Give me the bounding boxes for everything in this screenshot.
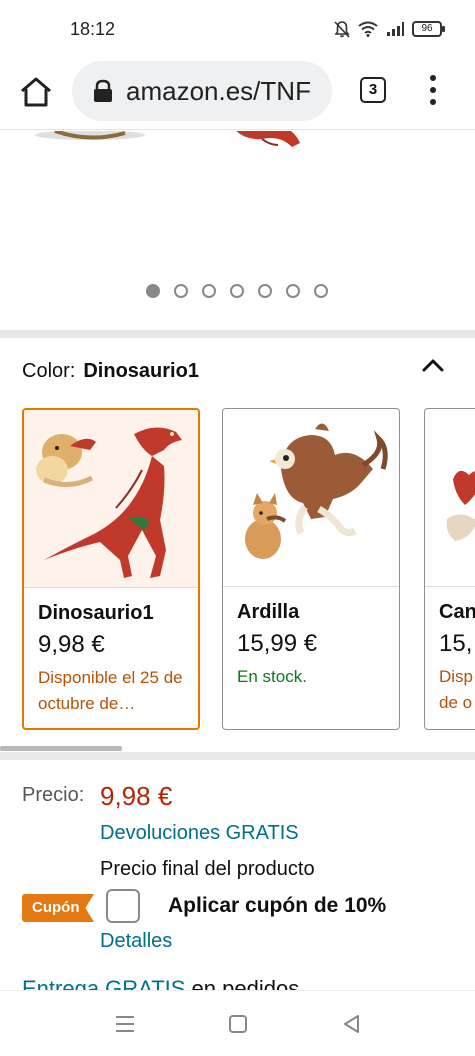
color-selector-header: Color: Dinosaurio1 [22, 360, 199, 383]
chevron-up-icon[interactable] [420, 355, 446, 375]
tabs-button[interactable]: 3 [360, 77, 386, 103]
horizontal-scrollbar[interactable] [0, 746, 122, 751]
color-selected-value: Dinosaurio1 [83, 360, 199, 382]
status-time: 18:12 [70, 19, 116, 39]
back-icon[interactable] [340, 1013, 364, 1035]
variant-availability: Disp de o [439, 667, 474, 712]
coupon-checkbox[interactable] [106, 889, 140, 923]
section-divider [0, 330, 475, 338]
product-image-carousel[interactable] [0, 131, 475, 329]
coupon-text[interactable]: Aplicar cupón de 10% [168, 894, 386, 918]
variant-price: 9,98 € [38, 631, 105, 658]
variant-card-can[interactable]: Can 15, Disp de o [424, 408, 475, 730]
carousel-dot[interactable] [314, 284, 328, 298]
address-bar[interactable]: amazon.es/TNF [72, 61, 332, 121]
signal-icon [387, 22, 404, 36]
price-label: Precio: [22, 784, 85, 806]
wifi-icon [358, 21, 378, 37]
carousel-dot[interactable] [202, 284, 216, 298]
carousel-dot[interactable] [230, 284, 244, 298]
product-image [35, 131, 300, 147]
price-value: 9,98 € [100, 781, 173, 811]
carousel-dot[interactable] [286, 284, 300, 298]
variant-availability: Disponible el 25 de octubre de… [38, 668, 183, 713]
free-returns-link[interactable]: Devoluciones GRATIS [100, 822, 299, 845]
variant-image [24, 410, 198, 587]
variant-image [425, 409, 475, 586]
browser-toolbar: amazon.es/TNF 3 [0, 58, 475, 130]
variant-price: 15, [439, 630, 473, 657]
url-text: amazon.es/TNF [126, 75, 311, 106]
carousel-dot[interactable] [174, 284, 188, 298]
variant-name: Dinosaurio1 [38, 602, 154, 624]
variant-card-ardilla[interactable]: Ardilla 15,99 € En stock. [222, 408, 400, 730]
carousel-dot[interactable] [258, 284, 272, 298]
carousel-dots [146, 284, 328, 298]
home-nav-icon[interactable] [226, 1013, 250, 1035]
variant-name: Ardilla [237, 601, 300, 623]
carousel-dot[interactable] [146, 284, 160, 298]
system-nav-bar [0, 990, 475, 1056]
battery-icon: 96 [412, 21, 445, 37]
variant-name: Can [439, 601, 475, 623]
color-variants-list[interactable]: Dinosaurio1 9,98 € Disponible el 25 de o… [0, 408, 475, 732]
section-divider [0, 752, 475, 760]
variant-card-dinosaurio1[interactable]: Dinosaurio1 9,98 € Disponible el 25 de o… [22, 408, 200, 730]
color-label: Color: [22, 360, 76, 382]
variant-image [223, 409, 399, 586]
status-bar: 18:12 96 [0, 0, 475, 58]
variant-availability: En stock. [237, 667, 307, 686]
final-price-note: Precio final del producto [100, 858, 315, 880]
home-icon[interactable] [18, 74, 54, 110]
coupon-badge: Cupón [22, 894, 94, 922]
menu-icon[interactable] [113, 1013, 137, 1035]
lock-icon [94, 79, 112, 102]
more-vert-icon[interactable] [426, 75, 440, 105]
variant-price: 15,99 € [237, 630, 318, 657]
bell-muted-icon [334, 21, 350, 38]
coupon-details-link[interactable]: Detalles [100, 930, 172, 953]
status-icons: 96 [334, 20, 445, 38]
